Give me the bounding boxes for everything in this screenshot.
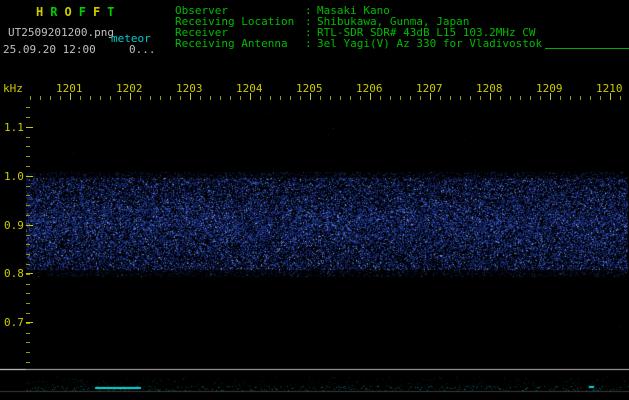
y-minor-tick — [26, 235, 30, 236]
y-tick-label: 1.1 — [4, 121, 24, 134]
y-tick-label: 0.8 — [4, 267, 24, 280]
y-axis: 1.1 1.0 0.9 0.8 0.7 — [0, 0, 629, 400]
y-minor-tick — [26, 137, 30, 138]
y-minor-tick — [26, 117, 30, 118]
y-minor-tick — [26, 244, 30, 245]
y-minor-tick — [26, 333, 30, 334]
y-major-tick — [26, 273, 33, 274]
y-minor-tick — [26, 313, 30, 314]
y-minor-tick — [26, 107, 30, 108]
y-minor-tick — [26, 284, 30, 285]
y-major-tick — [26, 225, 33, 226]
y-minor-tick — [26, 156, 30, 157]
y-major-tick — [26, 322, 33, 323]
y-minor-tick — [26, 293, 30, 294]
y-minor-tick — [26, 215, 30, 216]
y-minor-tick — [26, 323, 30, 324]
y-tick-label: 1.0 — [4, 170, 24, 183]
y-minor-tick — [26, 264, 30, 265]
y-minor-tick — [26, 303, 30, 304]
y-minor-tick — [26, 274, 30, 275]
meteor-tag-label: meteor — [111, 32, 151, 45]
y-tick-label: 0.7 — [4, 316, 24, 329]
y-minor-tick — [26, 254, 30, 255]
hrofft-window: HROFFT UT2509201200.png meteor 25.09.20 … — [0, 0, 629, 400]
y-minor-tick — [26, 362, 30, 363]
y-minor-tick — [26, 352, 30, 353]
y-minor-tick — [26, 166, 30, 167]
y-minor-tick — [26, 205, 30, 206]
y-tick-label: 0.9 — [4, 219, 24, 232]
y-minor-tick — [26, 146, 30, 147]
y-minor-tick — [26, 195, 30, 196]
y-major-tick — [26, 127, 33, 128]
y-major-tick — [26, 176, 33, 177]
y-minor-tick — [26, 186, 30, 187]
y-minor-tick — [26, 342, 30, 343]
